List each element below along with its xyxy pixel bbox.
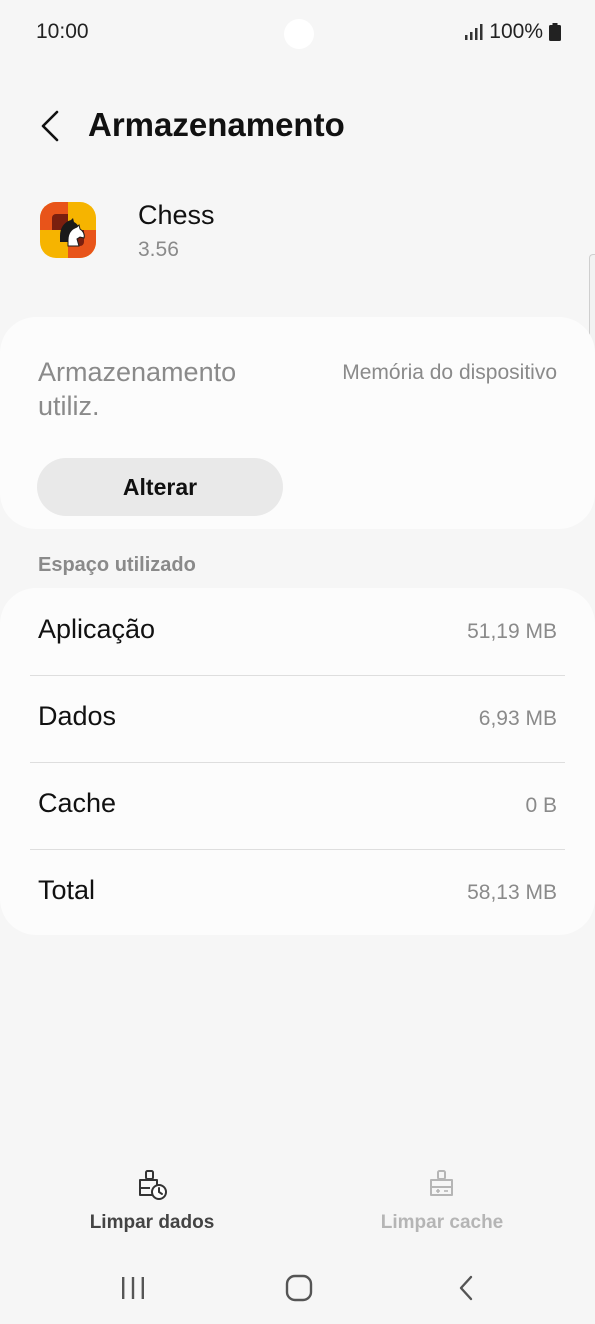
- camera-cutout: [284, 19, 314, 49]
- app-name: Chess: [138, 200, 215, 230]
- usage-row-data: Dados 6,93 MB: [0, 675, 595, 762]
- row-value: 51,19 MB: [467, 620, 557, 643]
- page-title: Armazenamento: [88, 106, 345, 143]
- back-button[interactable]: [30, 102, 70, 150]
- recents-icon: [122, 1277, 144, 1299]
- storage-location-card: Armazenamento utiliz. Memória do disposi…: [0, 317, 595, 529]
- clear-data-icon: [139, 1170, 167, 1200]
- nav-back-button[interactable]: [446, 1268, 486, 1308]
- change-storage-button[interactable]: Alterar: [37, 458, 283, 516]
- row-value: 6,93 MB: [478, 707, 557, 730]
- back-icon: [459, 1275, 473, 1301]
- home-button[interactable]: [279, 1268, 319, 1308]
- clear-cache-label: Limpar cache: [380, 1212, 504, 1233]
- clear-cache-button[interactable]: Limpar cache: [342, 1168, 542, 1238]
- row-label: Cache: [38, 788, 117, 818]
- back-arrow-icon: [41, 110, 59, 142]
- status-indicators: 100%: [465, 20, 561, 44]
- usage-row-total: Total 58,13 MB: [0, 849, 595, 936]
- app-version: 3.56: [138, 238, 179, 261]
- status-bar: 10:00 100%: [0, 0, 595, 66]
- chess-app-icon: [40, 202, 96, 258]
- phone-screen: 10:00 100% Armazenamento Chess 3.56 Arma…: [0, 0, 595, 1324]
- row-label: Total: [38, 875, 96, 905]
- section-label-space-used: Espaço utilizado: [38, 554, 196, 576]
- home-icon: [285, 1274, 313, 1302]
- clear-cache-icon: [430, 1170, 453, 1196]
- row-value: 58,13 MB: [467, 881, 557, 904]
- app-bar: Armazenamento: [0, 96, 595, 156]
- space-usage-card: Aplicação 51,19 MB Dados 6,93 MB Cache 0…: [0, 588, 595, 935]
- battery-percent: 100%: [489, 20, 543, 43]
- clear-data-button[interactable]: Limpar dados: [52, 1168, 252, 1238]
- row-value: 0 B: [525, 794, 557, 817]
- storage-location-value: Memória do dispositivo: [342, 361, 557, 384]
- signal-icon: [465, 24, 483, 40]
- recents-button[interactable]: [113, 1268, 153, 1308]
- usage-row-application: Aplicação 51,19 MB: [0, 588, 595, 675]
- row-label: Aplicação: [38, 614, 156, 644]
- battery-icon: [549, 23, 561, 41]
- status-time: 10:00: [36, 20, 89, 43]
- usage-row-cache: Cache 0 B: [0, 762, 595, 849]
- navigation-bar: [0, 1258, 595, 1318]
- app-info: Chess 3.56: [0, 196, 595, 276]
- row-label: Dados: [38, 701, 117, 731]
- storage-used-label: Armazenamento utiliz.: [38, 357, 237, 421]
- clear-data-label: Limpar dados: [89, 1212, 215, 1233]
